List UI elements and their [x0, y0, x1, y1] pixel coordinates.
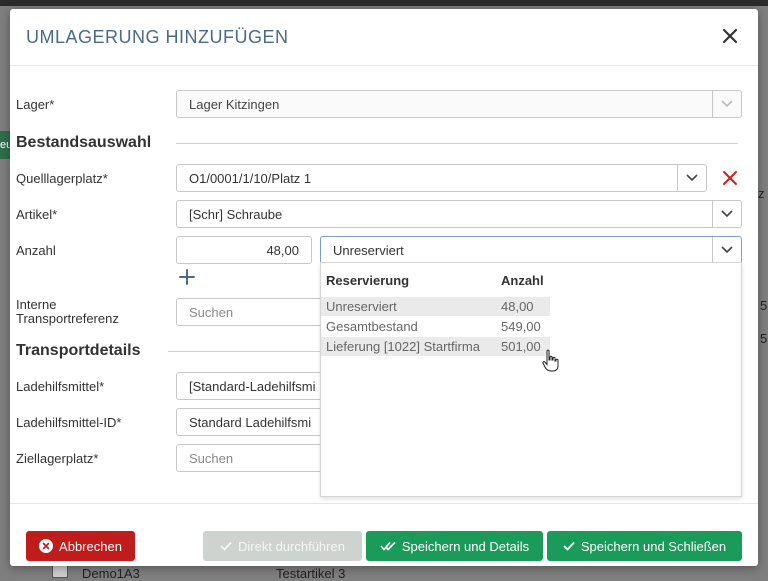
chevron-down-icon[interactable] [677, 165, 706, 191]
artikel-label: Artikel* [16, 207, 58, 222]
add-row-button[interactable] [178, 268, 196, 286]
anzahl-label: Anzahl [16, 243, 56, 258]
background-row-text: Demo1A3 [82, 566, 140, 581]
background-text: z [758, 186, 765, 201]
option-reservierung: Lieferung [1022] Startfirma [326, 339, 480, 354]
reservation-value: Unreserviert [333, 243, 404, 258]
ladehilfsmittel-label: Ladehilfsmittel* [16, 379, 105, 394]
background-text: 5 [760, 331, 768, 346]
artikel-value: [Schr] Schraube [189, 207, 283, 222]
option-anzahl: 48,00 [501, 299, 534, 314]
option-reservierung: Gesamtbestand [326, 319, 418, 334]
lager-select[interactable]: Lager Kitzingen [176, 90, 742, 118]
dropdown-option[interactable]: Lieferung [1022] Startfirma 501,00 [321, 337, 550, 356]
dropdown-option[interactable]: Unreserviert 48,00 [321, 297, 550, 316]
anzahl-value: 48,00 [266, 243, 299, 258]
quelllagerplatz-select[interactable]: O1/0001/1/10/Platz 1 [176, 164, 707, 192]
dropdown-header-anzahl: Anzahl [501, 273, 544, 288]
transportreferenz-placeholder: Suchen [189, 305, 234, 320]
close-button[interactable] [718, 24, 742, 48]
reservation-dropdown: Reservierung Anzahl Unreserviert 48,00 G… [320, 262, 742, 497]
hand-pointer-icon [542, 349, 559, 372]
transportreferenz-label-line2: Transportreferenz [16, 311, 119, 326]
background-row-text: Testartikel 3 [276, 566, 346, 581]
anzahl-input[interactable]: 48,00 [176, 236, 312, 264]
chevron-down-icon[interactable] [712, 237, 741, 263]
plus-icon [179, 269, 195, 285]
app-topbar [0, 0, 768, 6]
section-title-bestandsauswahl: Bestandsauswahl [16, 134, 152, 151]
option-anzahl: 501,00 [501, 339, 541, 354]
remove-source-button[interactable] [722, 170, 738, 186]
quelllagerplatz-label: Quelllagerplatz* [16, 171, 108, 186]
lager-label: Lager* [16, 97, 55, 112]
chevron-down-icon[interactable] [712, 201, 741, 227]
dropdown-header-reservierung: Reservierung [326, 273, 410, 288]
ziellagerplatz-placeholder: Suchen [189, 451, 234, 466]
transportreferenz-label-line1: Interne [16, 297, 57, 312]
quelllagerplatz-value: O1/0001/1/10/Platz 1 [189, 171, 312, 186]
close-icon [722, 28, 738, 44]
ladehilfsmittel-id-label: Ladehilfsmittel-ID* [16, 415, 122, 430]
option-anzahl: 549,00 [501, 319, 541, 334]
close-icon [723, 171, 737, 185]
ziellagerplatz-label: Ziellagerplatz* [16, 451, 99, 466]
reservation-select[interactable]: Unreserviert [320, 236, 742, 264]
option-reservierung: Unreserviert [326, 299, 397, 314]
ladehilfsmittel-value: [Standard-Ladehilfsmi [189, 379, 316, 394]
section-divider [176, 143, 738, 144]
lager-value: Lager Kitzingen [189, 97, 280, 112]
dropdown-option[interactable]: Gesamtbestand 549,00 [321, 317, 550, 336]
section-title-transportdetails: Transportdetails [16, 342, 141, 359]
artikel-select[interactable]: [Schr] Schraube [176, 200, 742, 228]
chevron-down-icon [712, 91, 741, 117]
ladehilfsmittel-id-value: Standard Ladehilfsmi [189, 415, 312, 430]
background-text: 5 [760, 298, 768, 313]
dialog-title: UMLAGERUNG HINZUFÜGEN [26, 27, 289, 47]
transportreferenz-label: Interne Transportreferenz [16, 298, 119, 326]
dialog-header: UMLAGERUNG HINZUFÜGEN [10, 9, 758, 66]
